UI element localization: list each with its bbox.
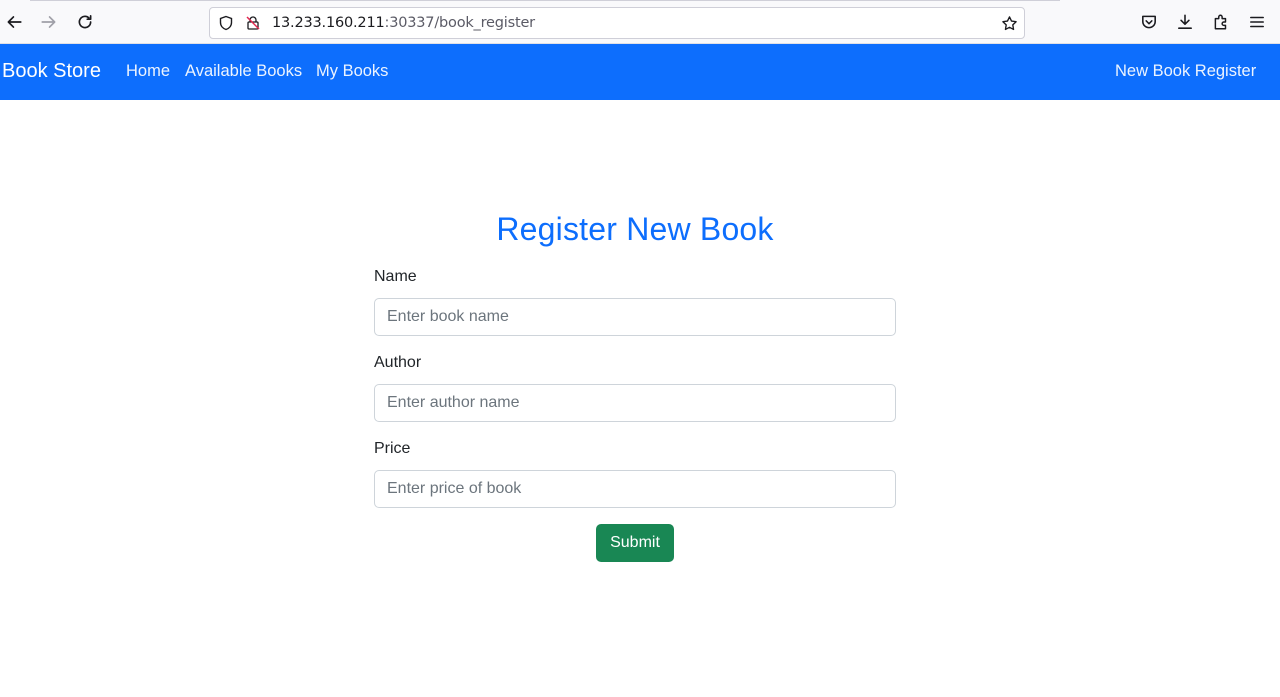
nav-link-available-books[interactable]: Available Books — [185, 62, 302, 81]
menu-icon[interactable] — [1246, 11, 1268, 33]
forward-icon[interactable] — [38, 11, 60, 33]
url-path: :30337/book_register — [384, 15, 536, 31]
submit-button[interactable]: Submit — [596, 524, 674, 562]
downloads-icon[interactable] — [1174, 11, 1196, 33]
url-host: 13.233.160.211 — [272, 15, 385, 31]
price-input[interactable] — [374, 470, 896, 508]
navbar-brand[interactable]: Book Store — [2, 60, 101, 83]
book-name-input[interactable] — [374, 298, 896, 336]
author-name-input[interactable] — [374, 384, 896, 422]
browser-toolbar: 13.233.160.211:30337/book_register — [0, 0, 1280, 44]
price-label: Price — [374, 440, 411, 457]
nav-link-my-books[interactable]: My Books — [316, 62, 388, 81]
pocket-icon[interactable] — [1138, 11, 1160, 33]
reload-icon[interactable] — [74, 11, 96, 33]
url-text[interactable]: 13.233.160.211:30337/book_register — [272, 15, 535, 31]
back-icon[interactable] — [3, 11, 25, 33]
tab-strip-edge — [30, 0, 1060, 3]
page-title: Register New Book — [496, 211, 774, 247]
extensions-icon[interactable] — [1210, 11, 1232, 33]
nav-link-home[interactable]: Home — [126, 62, 170, 81]
shield-icon[interactable] — [217, 14, 235, 32]
insecure-lock-icon[interactable] — [244, 14, 262, 32]
name-label: Name — [374, 268, 417, 285]
app-navbar: Book Store Home Available Books My Books… — [0, 44, 1280, 100]
author-label: Author — [374, 354, 422, 371]
bookmark-star-icon[interactable] — [1000, 14, 1018, 32]
url-bar[interactable]: 13.233.160.211:30337/book_register — [209, 7, 1025, 39]
nav-link-new-book-register[interactable]: New Book Register — [1115, 62, 1256, 81]
